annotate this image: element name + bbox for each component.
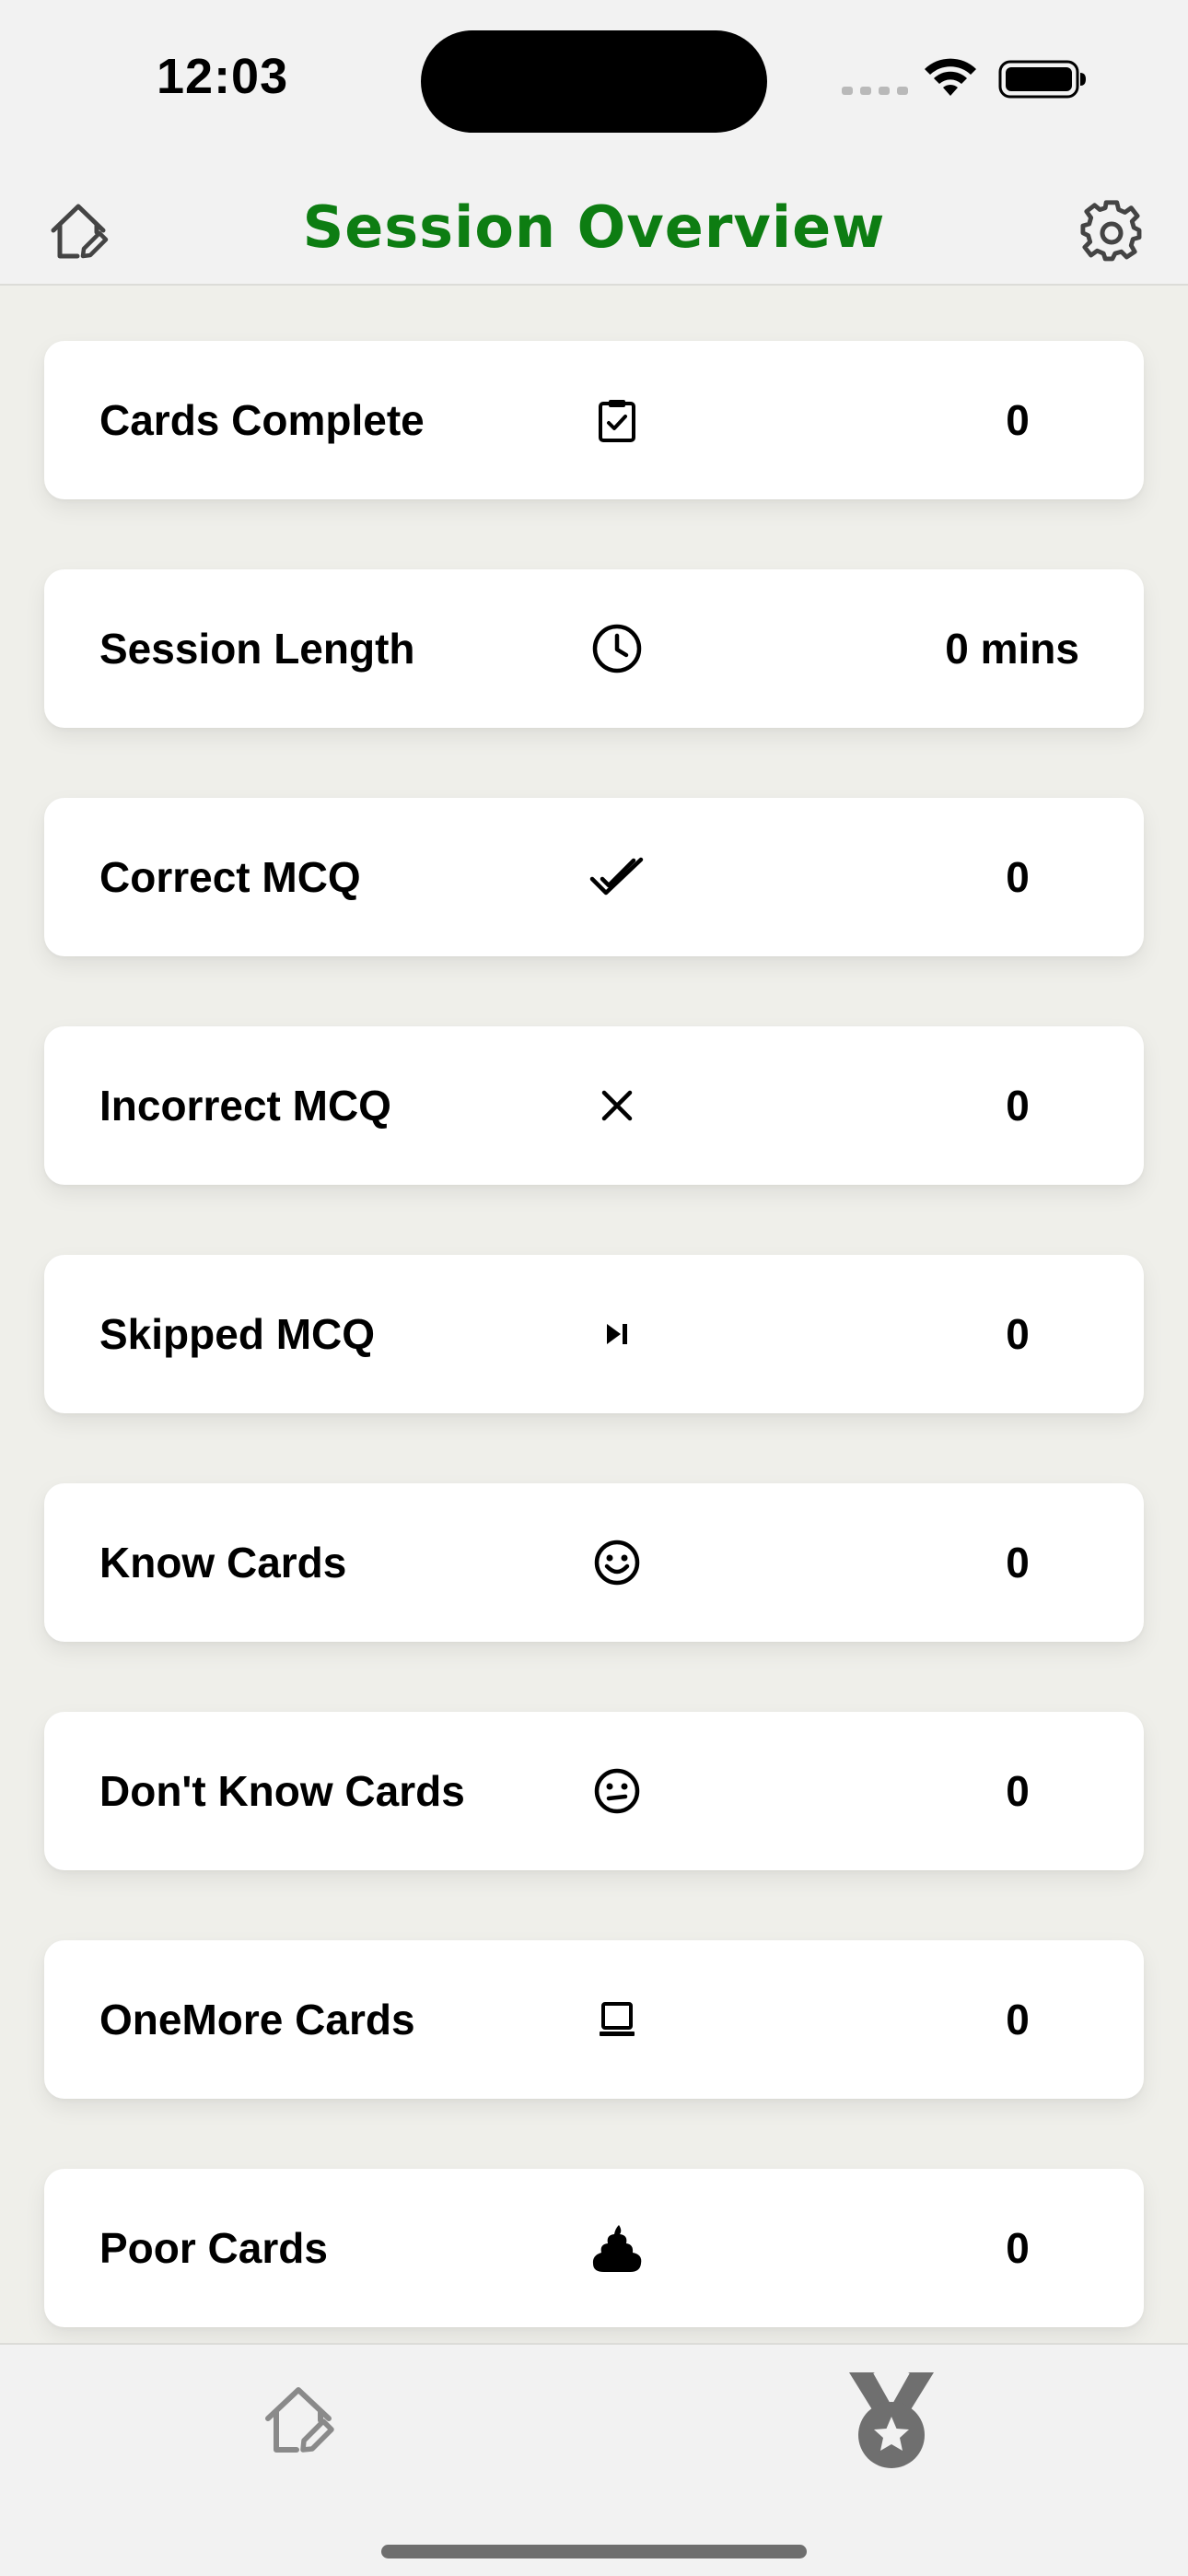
stat-label: Skipped MCQ <box>99 1310 376 1358</box>
stat-label: Incorrect MCQ <box>99 1082 391 1130</box>
battery-icon <box>998 60 1086 99</box>
status-bar: 12:03 <box>0 0 1188 166</box>
stat-card-poor-cards: Poor Cards 0 <box>44 2169 1144 2327</box>
status-icons <box>838 55 1096 101</box>
stat-label: Correct MCQ <box>99 853 361 901</box>
laptop-icon <box>589 1992 645 2047</box>
cellular-signal-icon <box>842 87 908 95</box>
stat-card-correct-mcq: Correct MCQ 0 <box>44 798 1144 956</box>
dynamic-island <box>421 30 767 133</box>
stat-label: Know Cards <box>99 1539 347 1587</box>
stat-card-incorrect-mcq: Incorrect MCQ 0 <box>44 1026 1144 1185</box>
tab-bar <box>0 2343 1188 2576</box>
smile-face-icon <box>589 1535 645 1590</box>
home-edit-icon[interactable] <box>262 2382 339 2459</box>
poop-icon <box>589 2220 645 2276</box>
stat-card-session-length: Session Length 0 mins <box>44 569 1144 728</box>
stat-value: 0 mins <box>945 625 1079 673</box>
skip-forward-icon <box>589 1306 645 1362</box>
wifi-icon <box>925 58 976 96</box>
stat-value: 0 <box>1006 1996 1030 2043</box>
stat-card-dont-know-cards: Don't Know Cards 0 <box>44 1712 1144 1870</box>
clock-icon <box>589 621 645 676</box>
stats-list: Cards Complete 0 Session Length 0 mins C… <box>44 341 1144 2397</box>
stat-label: Session Length <box>99 625 415 673</box>
stat-value: 0 <box>1006 2224 1030 2272</box>
home-indicator[interactable] <box>381 2545 807 2558</box>
stat-card-know-cards: Know Cards 0 <box>44 1483 1144 1642</box>
stat-label: Poor Cards <box>99 2224 328 2272</box>
neutral-face-icon <box>589 1763 645 1819</box>
clipboard-check-icon <box>589 392 645 448</box>
gear-icon[interactable] <box>1079 199 1144 263</box>
stat-card-skipped-mcq: Skipped MCQ 0 <box>44 1255 1144 1413</box>
double-check-icon <box>589 849 645 905</box>
stat-value: 0 <box>1006 1310 1030 1358</box>
medal-icon[interactable] <box>847 2371 936 2472</box>
stat-label: OneMore Cards <box>99 1996 415 2043</box>
stat-value: 0 <box>1006 396 1030 444</box>
stat-card-onemore-cards: OneMore Cards 0 <box>44 1940 1144 2099</box>
stat-value: 0 <box>1006 1539 1030 1587</box>
x-mark-icon <box>589 1078 645 1133</box>
stat-value: 0 <box>1006 853 1030 901</box>
page-title: Session Overview <box>302 193 886 261</box>
stat-value: 0 <box>1006 1767 1030 1815</box>
navigation-bar: Session Overview <box>0 166 1188 286</box>
stat-label: Don't Know Cards <box>99 1767 465 1815</box>
status-time: 12:03 <box>157 49 289 104</box>
stat-value: 0 <box>1006 1082 1030 1130</box>
stat-card-cards-complete: Cards Complete 0 <box>44 341 1144 499</box>
stat-label: Cards Complete <box>99 396 425 444</box>
